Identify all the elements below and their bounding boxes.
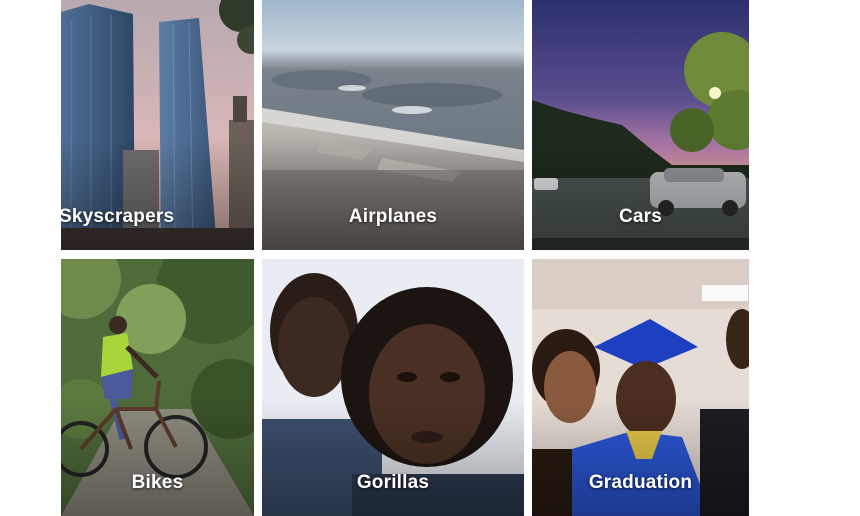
album-label-graduation: Graduation [588,472,693,493]
album-tile-graduation[interactable]: Graduation [532,259,749,516]
album-tile-skyscrapers[interactable]: Skyscrapers [61,0,254,250]
album-tile-gorillas[interactable]: Gorillas [262,259,524,516]
album-label-cars: Cars [618,206,663,227]
photo-album-grid: Skyscrapers Airplanes Cars Bikes Gorilla… [0,0,860,516]
album-tile-cars[interactable]: Cars [532,0,749,250]
album-label-bikes: Bikes [131,472,184,493]
album-label-airplanes: Airplanes [348,206,438,227]
album-label-skyscrapers: Skyscrapers [61,206,175,227]
album-tile-bikes[interactable]: Bikes [61,259,254,516]
album-label-gorillas: Gorillas [356,472,430,493]
album-tile-airplanes[interactable]: Airplanes [262,0,524,250]
